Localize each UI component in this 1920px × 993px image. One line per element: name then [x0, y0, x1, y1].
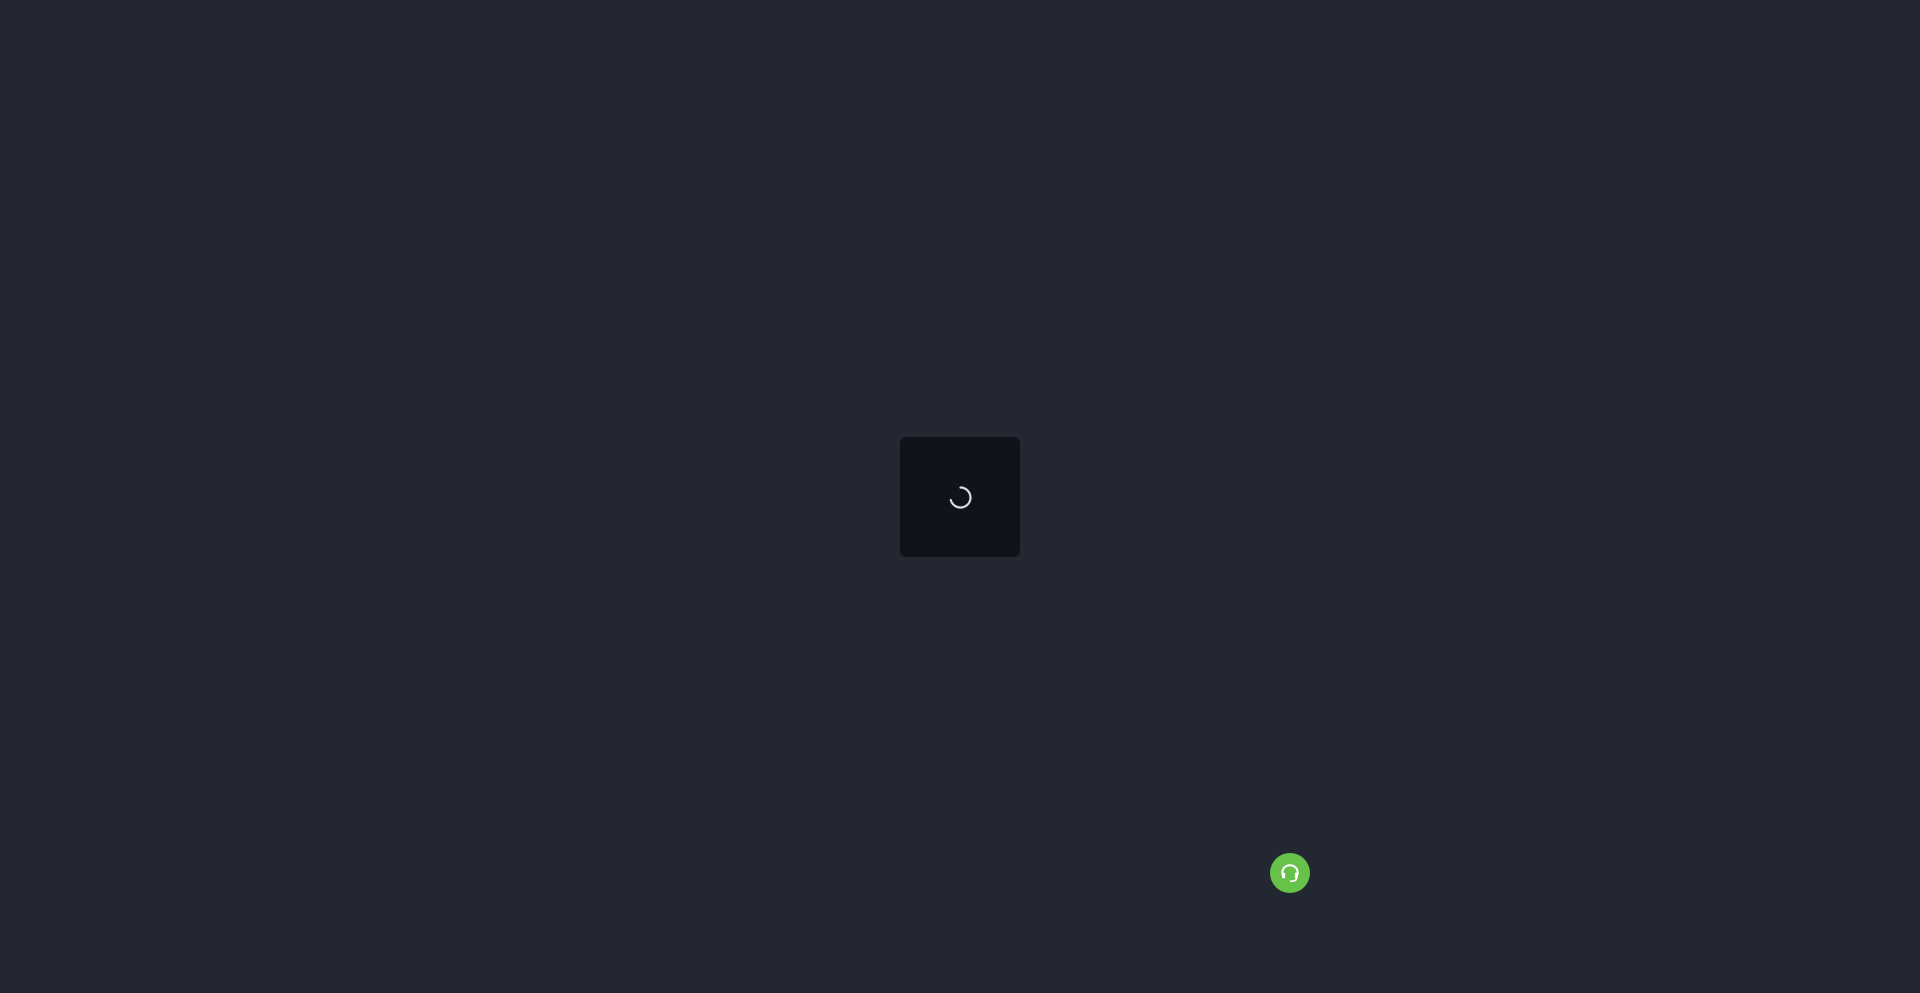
loading-overlay: [900, 437, 1020, 557]
support-button[interactable]: [1270, 853, 1310, 893]
headset-icon: [1281, 864, 1299, 882]
app-root: [0, 0, 1920, 993]
loading-spinner-icon: [949, 485, 972, 509]
